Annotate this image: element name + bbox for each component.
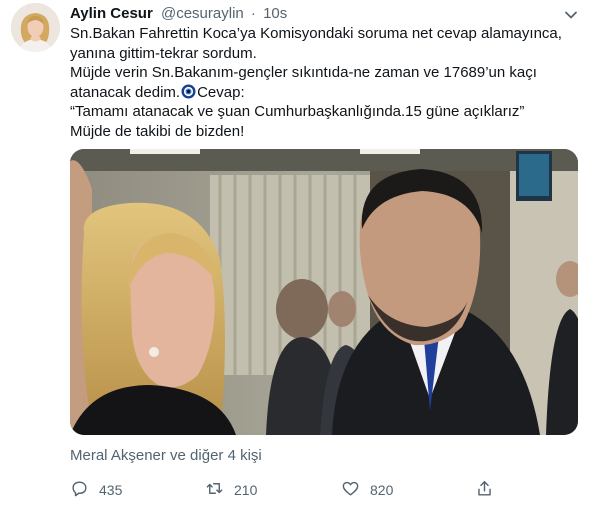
separator-dot: · xyxy=(250,5,256,22)
tweet-text-line: “Tamamı atanacak ve şuan Cumhurbaşkanlığ… xyxy=(70,103,525,120)
display-name[interactable]: Aylin Cesur xyxy=(70,5,153,22)
retweet-button[interactable]: 210 xyxy=(205,478,257,502)
retweet-count: 210 xyxy=(234,482,258,498)
like-count: 820 xyxy=(370,482,394,498)
tweet-text-line: yanına gittim-tekrar sordum. xyxy=(70,44,257,62)
tweet-text-line: Müjde verin Sn.Bakanım-gençler sıkıntıda… xyxy=(70,64,537,81)
tweet-text: Sn.Bakan Fahrettin Koca’ya Komisyondaki … xyxy=(70,24,580,141)
tweet-actions: 435 210 820 xyxy=(70,478,580,502)
reply-button[interactable]: 435 xyxy=(70,478,122,502)
like-icon xyxy=(341,479,360,501)
tweet-photo[interactable] xyxy=(70,149,578,435)
likers-text[interactable]: Meral Akşener ve diğer 4 kişi xyxy=(70,446,262,466)
tweet-text-line: Müjde de takibi de bizden! xyxy=(70,122,245,140)
user-handle[interactable]: @cesuraylin xyxy=(161,5,244,22)
more-icon[interactable] xyxy=(562,6,580,24)
tweet-text-fragment: Cevap: xyxy=(197,83,245,101)
tweet-header: Aylin Cesur @cesuraylin · 10s xyxy=(70,4,287,24)
avatar[interactable] xyxy=(11,3,60,52)
reply-count: 435 xyxy=(99,482,123,498)
share-button[interactable] xyxy=(475,478,494,502)
share-icon xyxy=(475,479,494,501)
nazar-boncugu-icon xyxy=(181,84,196,99)
tweet-text-fragment: atanacak dedim. xyxy=(70,83,181,101)
like-button[interactable]: 820 xyxy=(341,478,393,502)
reply-icon xyxy=(70,479,89,501)
tweet[interactable]: Aylin Cesur @cesuraylin · 10s Sn.Bakan F… xyxy=(0,0,592,510)
retweet-icon xyxy=(205,479,224,501)
tweet-time[interactable]: 10s xyxy=(263,5,287,22)
tweet-text-line: Sn.Bakan Fahrettin Koca’ya Komisyondaki … xyxy=(70,25,562,42)
tweet-text-line: atanacak dedim. Cevap: xyxy=(70,83,580,103)
